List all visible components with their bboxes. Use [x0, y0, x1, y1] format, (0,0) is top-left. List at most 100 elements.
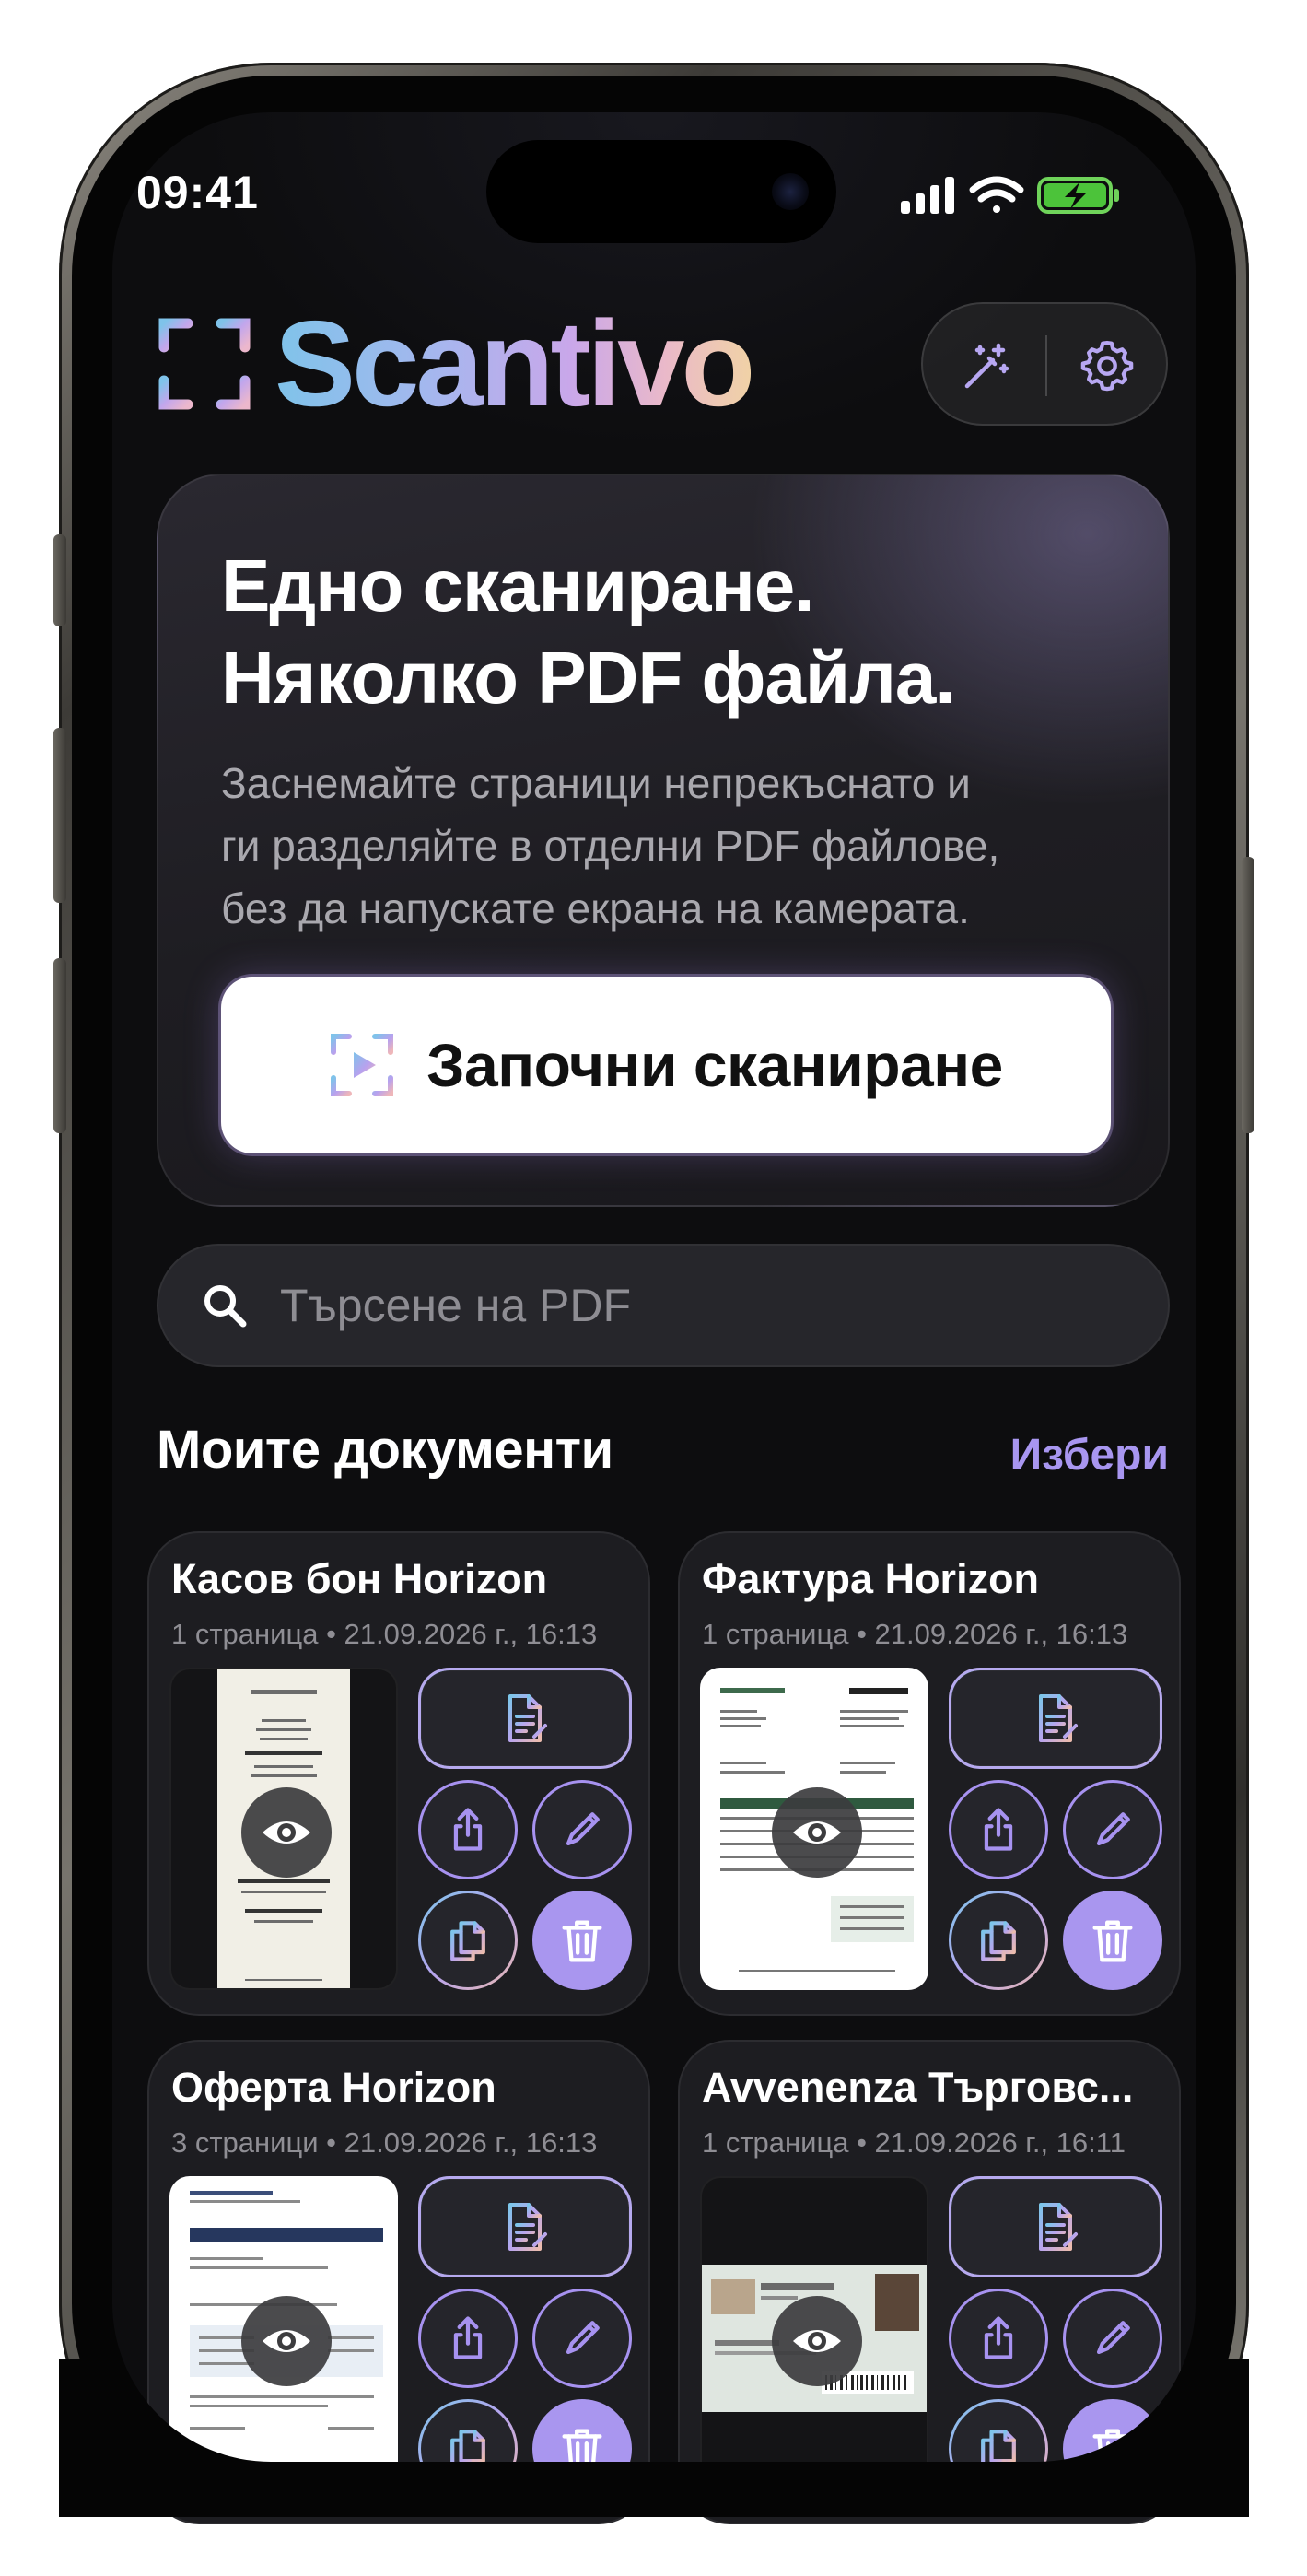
action-button: [53, 534, 66, 626]
wifi-icon: [969, 176, 1024, 213]
eye-icon: [789, 1805, 845, 1860]
rename-button[interactable]: [1063, 1780, 1162, 1879]
duplicate-button[interactable]: [418, 2399, 518, 2499]
status-time: 09:41: [136, 167, 259, 218]
volume-up-button: [53, 728, 66, 903]
document-text-icon: [1028, 1691, 1083, 1746]
eye-icon: [789, 2313, 845, 2369]
open-pdf-button[interactable]: [949, 1668, 1162, 1769]
preview-eye-button[interactable]: [772, 1787, 862, 1878]
document-thumbnail[interactable]: [169, 1668, 398, 1990]
scan-frame-icon: [158, 318, 251, 410]
document-card[interactable]: Фактура Horizon 1 страница • 21.09.2026 …: [678, 1531, 1181, 2016]
hero-title-line-1: Едно сканиране.: [221, 544, 814, 626]
share-icon: [973, 2313, 1024, 2364]
document-text-icon: [497, 1691, 553, 1746]
power-button: [1242, 857, 1254, 1133]
duplicate-button[interactable]: [418, 1891, 518, 1990]
copy-icon: [442, 2423, 494, 2475]
trash-icon: [555, 2422, 609, 2476]
front-camera: [772, 173, 809, 210]
trash-icon: [1086, 1914, 1139, 1967]
document-title: Оферта Horizon: [171, 2064, 496, 2111]
delete-button[interactable]: [532, 1891, 632, 1990]
document-title: Фактура Horizon: [702, 1555, 1040, 1602]
document-card[interactable]: Avvenenza Търговс... 1 страница • 21.09.…: [678, 2040, 1181, 2524]
magic-wand-button[interactable]: [949, 329, 1022, 403]
eye-icon: [259, 2313, 314, 2369]
documents-section-title: Моите документи: [157, 1420, 613, 1480]
document-meta: 1 страница • 21.09.2026 г., 16:11: [702, 2126, 1126, 2159]
magic-wand-icon: [964, 343, 1009, 389]
gear-icon: [1080, 340, 1134, 392]
select-button[interactable]: Избери: [1010, 1430, 1169, 1481]
pencil-icon: [556, 1804, 608, 1856]
rename-button[interactable]: [1063, 2289, 1162, 2388]
document-card[interactable]: Касов бон Horizon 1 страница • 21.09.202…: [147, 1531, 650, 2016]
share-icon: [442, 1804, 494, 1856]
start-scan-label: Започни сканиране: [426, 1031, 1003, 1099]
status-icons: [899, 175, 1129, 216]
copy-icon: [973, 2423, 1024, 2475]
duplicate-button[interactable]: [949, 2399, 1048, 2499]
share-button[interactable]: [949, 2289, 1048, 2388]
header-divider: [1045, 335, 1047, 396]
scan-play-icon: [331, 1034, 394, 1096]
search-icon: [204, 1285, 247, 1328]
delete-button[interactable]: [1063, 2399, 1162, 2499]
document-text-icon: [1028, 2199, 1083, 2254]
trash-icon: [555, 1914, 609, 1967]
trash-icon: [1086, 2422, 1139, 2476]
eye-icon: [259, 1805, 314, 1860]
share-icon: [442, 2313, 494, 2364]
settings-button[interactable]: [1070, 329, 1144, 403]
share-button[interactable]: [418, 1780, 518, 1879]
open-pdf-button[interactable]: [418, 1668, 632, 1769]
document-thumbnail[interactable]: [700, 2176, 928, 2499]
hero-subtitle-line-3: без да напускате екрана на камерата.: [221, 884, 970, 932]
hero-card: Едно сканиране. Няколко PDF файла. Засне…: [157, 474, 1170, 1207]
document-thumbnail[interactable]: [700, 1668, 928, 1990]
document-card[interactable]: Оферта Horizon 3 страници • 21.09.2026 г…: [147, 2040, 650, 2524]
battery-charging-icon: [1037, 177, 1119, 214]
document-meta: 1 страница • 21.09.2026 г., 16:13: [171, 1618, 598, 1650]
copy-icon: [442, 1914, 494, 1966]
open-pdf-button[interactable]: [418, 2176, 632, 2277]
preview-eye-button[interactable]: [241, 2296, 332, 2386]
dynamic-island: [486, 140, 836, 243]
rename-button[interactable]: [532, 1780, 632, 1879]
document-meta: 3 страници • 21.09.2026 г., 16:13: [171, 2126, 598, 2159]
hero-subtitle-line-2: ги разделяйте в отделни PDF файлове,: [221, 822, 1000, 870]
document-text-icon: [497, 2199, 553, 2254]
start-scan-button[interactable]: Започни сканиране: [221, 977, 1111, 1153]
duplicate-button[interactable]: [949, 1891, 1048, 1990]
share-button[interactable]: [418, 2289, 518, 2388]
delete-button[interactable]: [532, 2399, 632, 2499]
share-button[interactable]: [949, 1780, 1048, 1879]
pencil-icon: [1087, 1804, 1138, 1856]
hero-title-line-2: Няколко PDF файла.: [221, 637, 956, 719]
app-name: Scantivo: [274, 296, 755, 431]
document-title: Avvenenza Търговс...: [702, 2064, 1134, 2111]
header-actions: [921, 302, 1168, 426]
document-thumbnail[interactable]: [169, 2176, 398, 2499]
copy-icon: [973, 1914, 1024, 1966]
search-bar[interactable]: [157, 1244, 1170, 1367]
share-icon: [973, 1804, 1024, 1856]
search-input[interactable]: [280, 1279, 1109, 1332]
hero-subtitle: Заснемайте страници непрекъснато и ги ра…: [221, 752, 1142, 940]
volume-down-button: [53, 958, 66, 1133]
document-title: Касов бон Horizon: [171, 1555, 548, 1602]
open-pdf-button[interactable]: [949, 2176, 1162, 2277]
hero-title: Едно сканиране. Няколко PDF файла.: [221, 540, 1142, 724]
hero-subtitle-line-1: Заснемайте страници непрекъснато и: [221, 759, 971, 807]
app-logo: Scantivo: [157, 296, 755, 431]
pencil-icon: [1087, 2313, 1138, 2364]
delete-button[interactable]: [1063, 1891, 1162, 1990]
preview-eye-button[interactable]: [772, 2296, 862, 2386]
document-meta: 1 страница • 21.09.2026 г., 16:13: [702, 1618, 1128, 1650]
preview-eye-button[interactable]: [241, 1787, 332, 1878]
signal-icon: [901, 177, 954, 214]
pencil-icon: [556, 2313, 608, 2364]
rename-button[interactable]: [532, 2289, 632, 2388]
